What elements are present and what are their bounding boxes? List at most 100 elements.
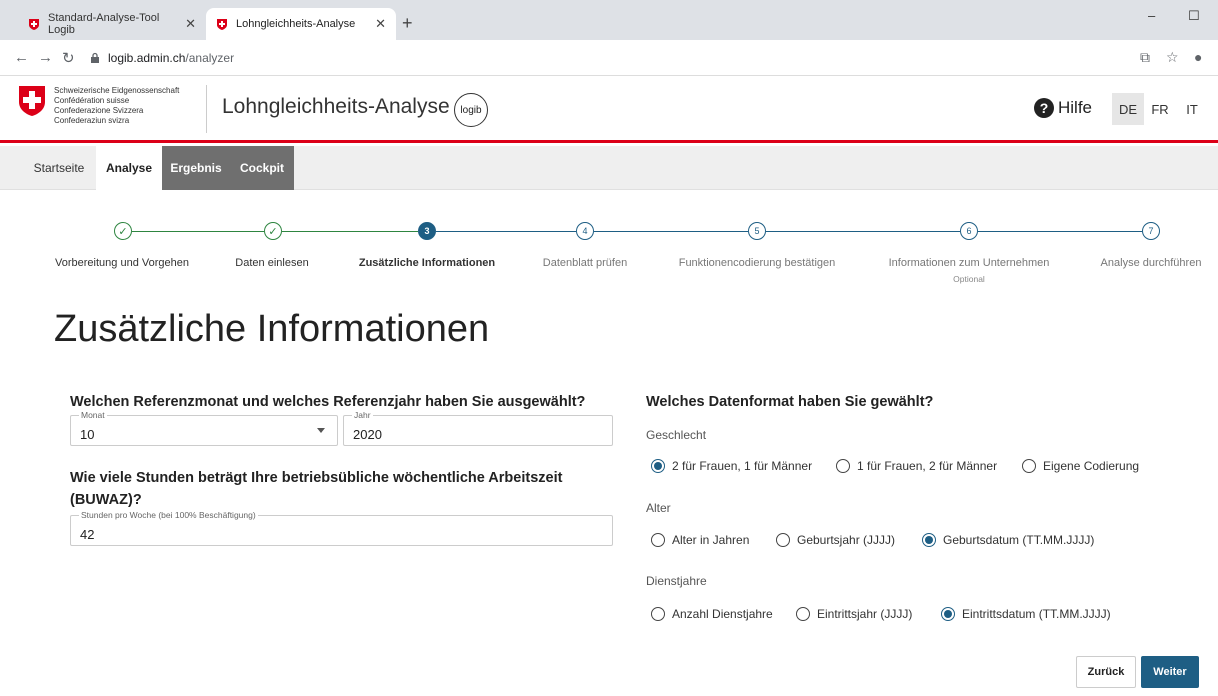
back-button[interactable]: Zurück [1076,656,1136,688]
lang-de[interactable]: DE [1112,93,1144,125]
step-3-label: Zusätzliche Informationen [358,257,496,269]
forward-arrow-icon[interactable]: → [38,49,53,66]
step-5-label: Funktionencodierung bestätigen [678,257,836,269]
reference-question: Welchen Referenzmonat und welches Refere… [70,394,586,410]
month-select[interactable]: Monat 10 [70,410,338,446]
hours-value: 42 [80,527,95,542]
age-option-label: Geburtsjahr (JJJJ) [797,533,896,547]
step-connector [436,231,576,232]
step-connector [594,231,748,232]
step-7-label: Analyse durchführen [1100,257,1202,269]
reload-icon[interactable]: ↻ [62,49,75,67]
age-option-1[interactable]: Alter in Jahren [651,533,749,547]
lang-it[interactable]: IT [1176,93,1208,125]
confederation-rm: Confederaziun svizra [54,116,130,125]
radio-icon [1022,459,1036,473]
question-icon: ? [1034,98,1054,118]
bookmark-star-icon[interactable]: ☆ [1166,49,1179,66]
radio-icon [836,459,850,473]
radio-selected-icon [651,459,665,473]
swiss-flag-icon [29,19,39,30]
new-tab-icon[interactable]: + [402,13,413,34]
service-option-2[interactable]: Eintrittsjahr (JJJJ) [796,607,912,621]
radio-icon [651,607,665,621]
chevron-down-icon [317,428,325,433]
step-4-label: Datenblatt prüfen [542,257,628,269]
main-nav: Startseite Analyse Ergebnis Cockpit [0,146,1218,190]
confederation-names: Schweizerische Eidgenossenschaft Confédé… [54,86,179,126]
app-title: Lohngleichheits-Analyse [222,95,450,118]
site-header: Schweizerische Eidgenossenschaft Confédé… [0,77,1218,143]
radio-selected-icon [941,607,955,621]
service-label: Dienstjahre [646,574,707,588]
step-6-sublabel: Optional [953,274,985,284]
radio-icon [651,533,665,547]
confederation-it: Confederazione Svizzera [54,106,144,115]
hours-question: Wie viele Stunden beträgt Ihre betriebsü… [70,467,610,511]
service-option-label: Anzahl Dienstjahre [672,607,773,621]
close-tab-icon[interactable]: ✕ [375,16,386,32]
url-path: /analyzer [185,51,235,65]
logib-logo: logib [454,93,488,127]
gender-option-label: Eigene Codierung [1043,459,1140,473]
radio-icon [796,607,810,621]
help-link[interactable]: ? Hilfe [1034,98,1092,118]
lang-fr[interactable]: FR [1144,93,1176,125]
close-tab-icon[interactable]: ✕ [185,16,196,32]
nav-cockpit[interactable]: Cockpit [230,146,294,190]
step-6-circle: 6 [960,222,978,240]
url-host: logib.admin.ch [108,51,186,65]
step-connector [282,231,418,232]
radio-icon [776,533,790,547]
help-label: Hilfe [1058,98,1093,117]
browser-tab-2[interactable]: Lohngleichheits-Analyse ✕ [206,8,396,40]
age-option-label: Geburtsdatum (TT.MM.JJJJ) [943,533,1095,547]
gender-option-label: 1 für Frauen, 2 für Männer [857,459,998,473]
month-value: 10 [80,427,95,442]
hours-field[interactable]: Stunden pro Woche (bei 100% Beschäftigun… [70,510,613,546]
minimize-icon[interactable]: – [1148,8,1155,23]
profile-icon[interactable]: ● [1194,49,1202,65]
step-3-circle: 3 [418,222,436,240]
nav-startseite[interactable]: Startseite [22,146,96,190]
year-field[interactable]: Jahr 2020 [343,410,613,446]
service-option-label: Eintrittsjahr (JJJJ) [817,607,913,621]
step-1-check-icon[interactable]: ✓ [114,222,132,240]
swiss-crest-icon [19,86,45,116]
year-value: 2020 [353,427,382,442]
header-divider [206,85,207,133]
swiss-flag-icon [217,19,227,30]
confederation-de: Schweizerische Eidgenossenschaft [54,86,180,95]
year-label: Jahr [352,410,373,420]
gender-option-1[interactable]: 2 für Frauen, 1 für Männer [651,459,812,473]
lock-icon [91,52,99,63]
age-option-2[interactable]: Geburtsjahr (JJJJ) [776,533,895,547]
step-2-check-icon[interactable]: ✓ [264,222,282,240]
service-option-3[interactable]: Eintrittsdatum (TT.MM.JJJJ) [941,607,1111,621]
browser-tab-1[interactable]: Standard-Analyse-Tool Logib ✕ [18,8,206,40]
service-option-1[interactable]: Anzahl Dienstjahre [651,607,773,621]
url-field[interactable]: logib.admin.ch/analyzer [90,46,1200,70]
next-button[interactable]: Weiter [1141,656,1199,688]
age-label: Alter [646,501,671,515]
nav-analyse[interactable]: Analyse [96,146,162,190]
gender-option-3[interactable]: Eigene Codierung [1022,459,1139,473]
hours-question-line2: (BUWAZ)? [70,492,142,508]
step-connector [132,231,264,232]
translate-icon[interactable]: ⧉ [1140,49,1150,66]
age-option-label: Alter in Jahren [672,533,750,547]
service-option-label: Eintrittsdatum (TT.MM.JJJJ) [962,607,1111,621]
back-arrow-icon[interactable]: ← [14,49,29,66]
step-6-label: Informationen zum Unternehmen [888,257,1050,269]
step-connector [766,231,960,232]
browser-tabbar: Standard-Analyse-Tool Logib ✕ Lohngleich… [0,0,1218,40]
gender-option-label: 2 für Frauen, 1 für Männer [672,459,813,473]
nav-ergebnis[interactable]: Ergebnis [162,146,230,190]
step-2-label[interactable]: Daten einlesen [235,257,308,269]
browser-addressbar: ← → ↻ logib.admin.ch/analyzer ⧉ ☆ ● [0,40,1218,76]
age-option-3[interactable]: Geburtsdatum (TT.MM.JJJJ) [922,533,1094,547]
maximize-icon[interactable]: ☐ [1188,8,1200,24]
gender-option-2[interactable]: 1 für Frauen, 2 für Männer [836,459,997,473]
step-1-label[interactable]: Vorbereitung und Vorgehen [55,257,189,269]
browser-tab-title: Standard-Analyse-Tool Logib [48,12,160,36]
